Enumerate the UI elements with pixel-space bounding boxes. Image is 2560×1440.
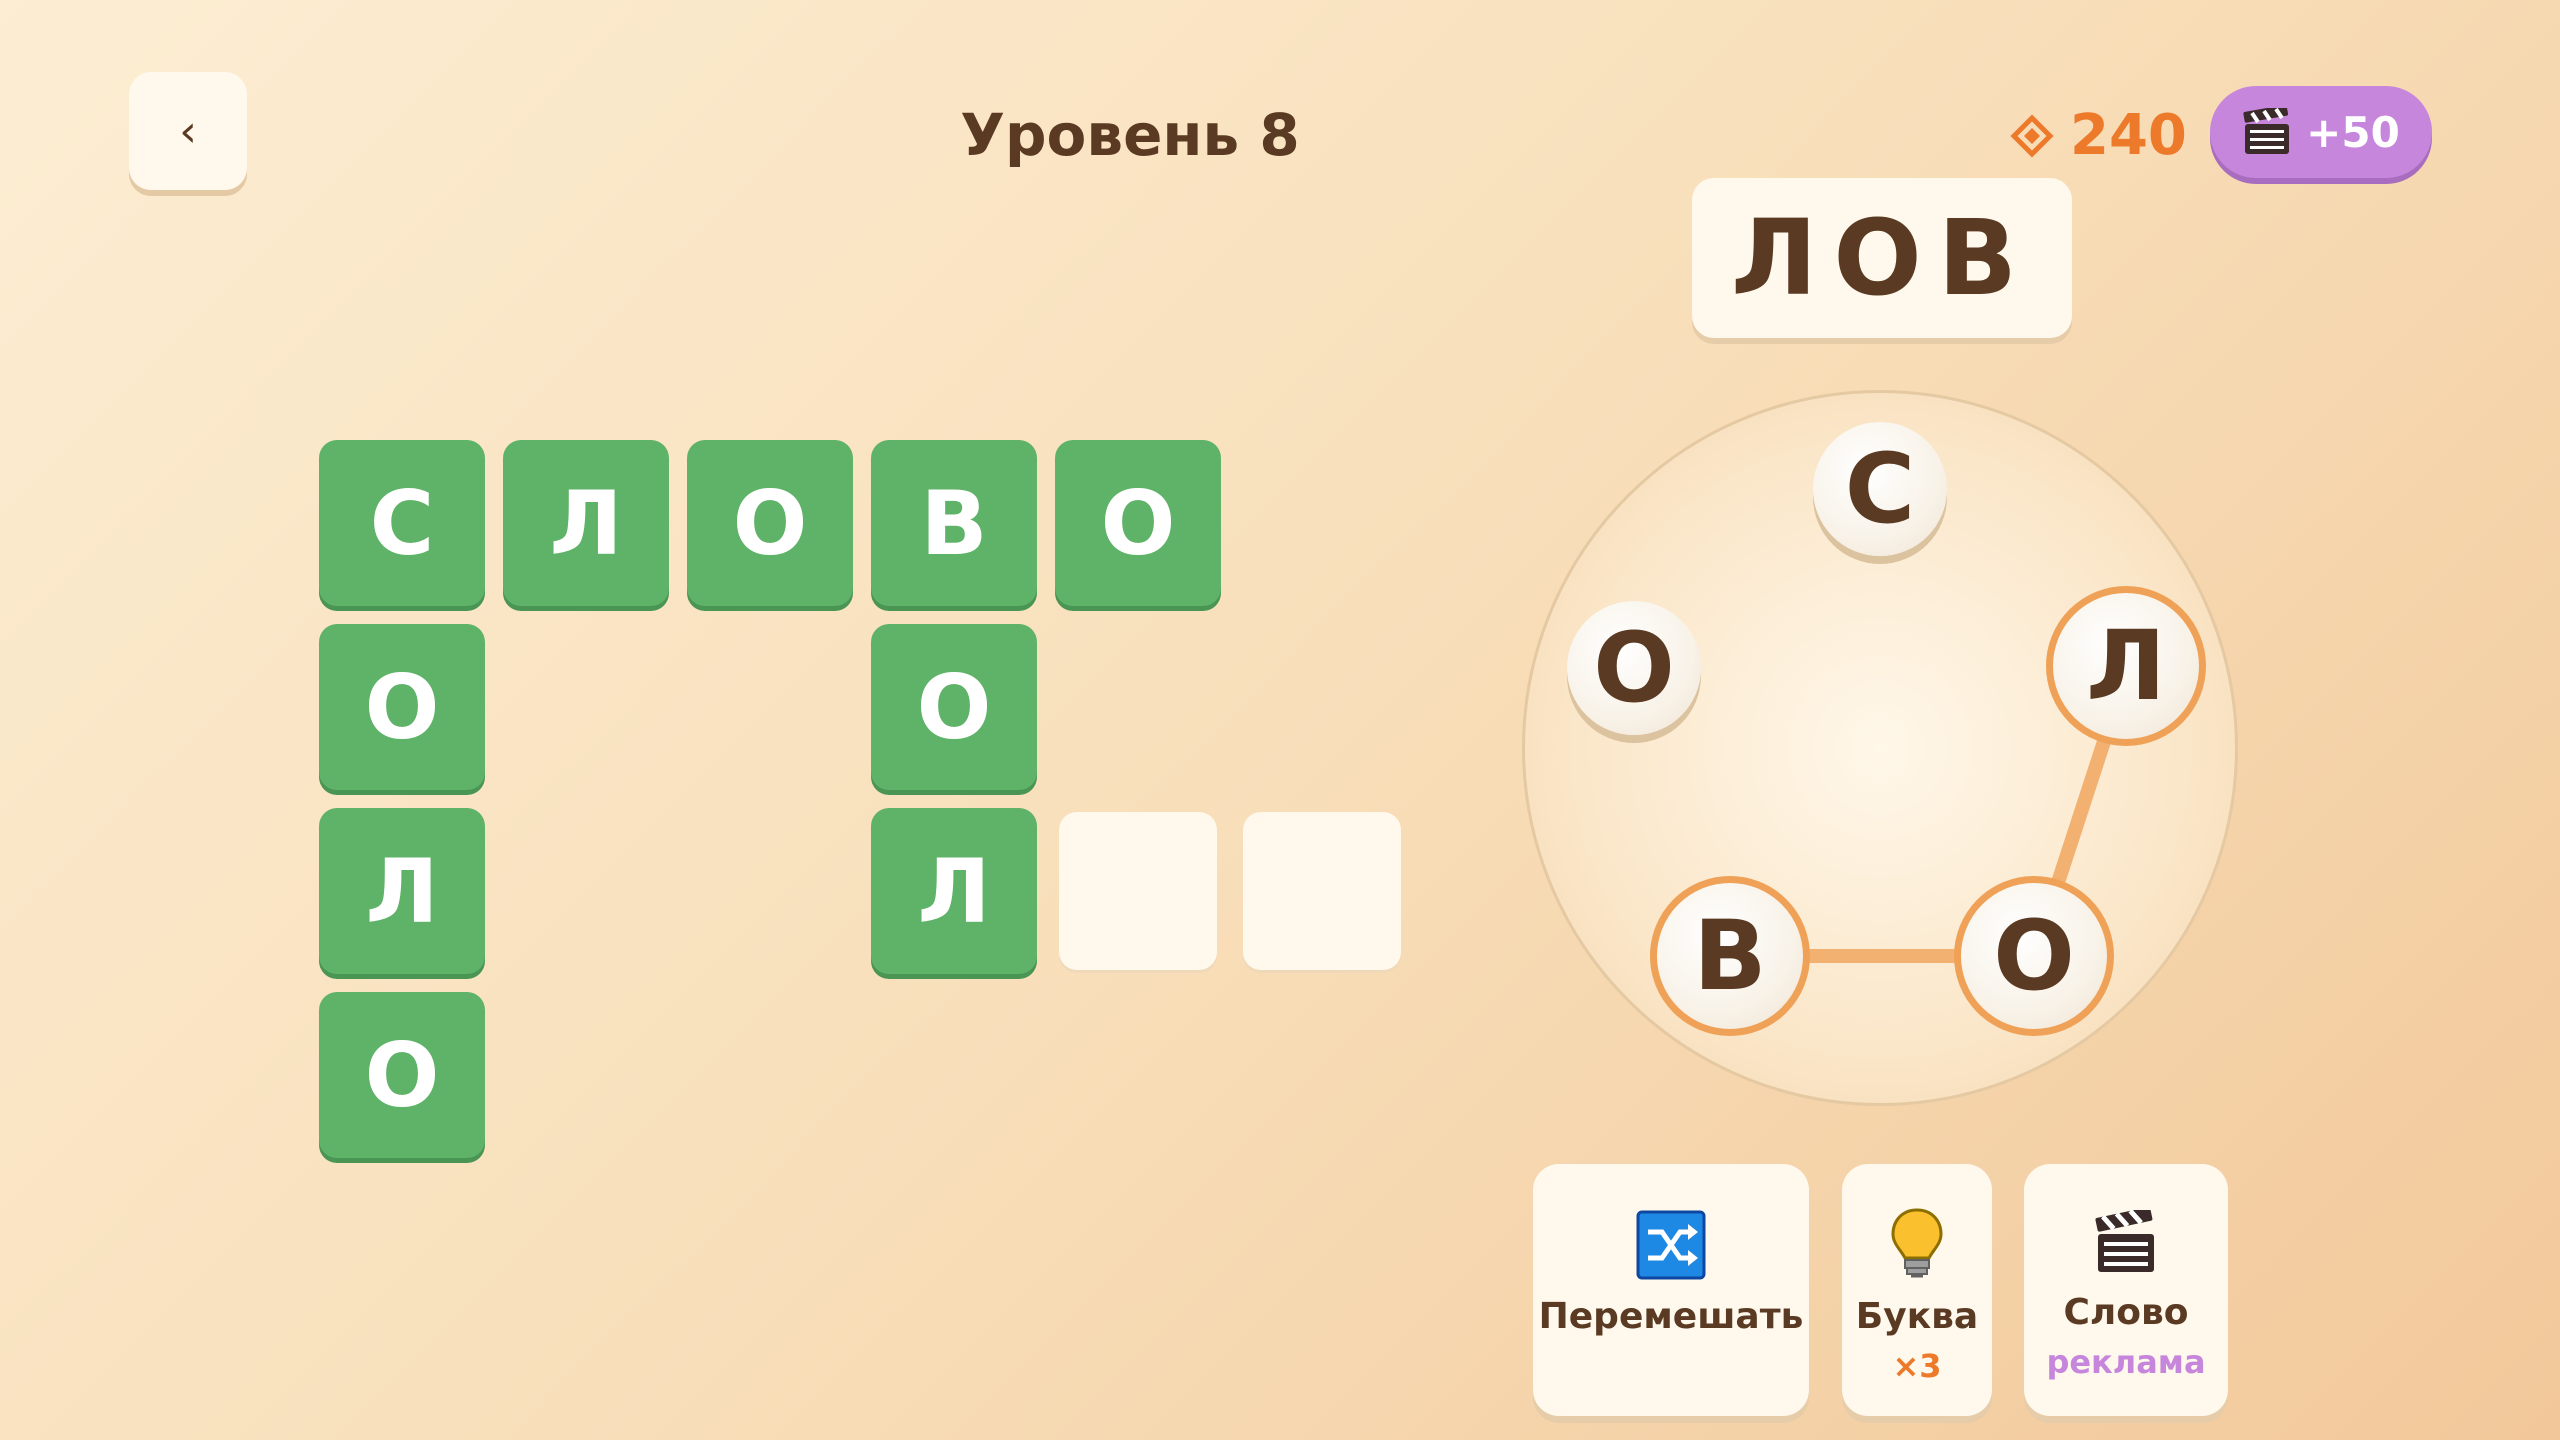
ad-reward-amount: +50 (2306, 107, 2400, 157)
wheel-letter-selected[interactable]: О (1954, 876, 2114, 1036)
grid-cell: О (687, 440, 853, 606)
grid-cell-empty (1243, 812, 1401, 970)
lightbulb-icon (1891, 1208, 1943, 1278)
clapperboard-icon (2095, 1210, 2154, 1272)
level-title: Уровень 8 (960, 101, 1300, 169)
coin-count: 240 (2070, 103, 2187, 168)
grid-cell: Л (871, 808, 1037, 974)
wheel-letter[interactable]: С (1813, 422, 1947, 556)
back-button[interactable]: ‹ (129, 72, 247, 190)
back-chevron-icon: ‹ (179, 105, 197, 157)
shuffle-label: Перемешать (1538, 1296, 1804, 1337)
grid-cell: О (1055, 440, 1221, 606)
grid-cell: Л (503, 440, 669, 606)
wheel-letter-selected[interactable]: В (1650, 876, 1810, 1036)
grid-cell-empty (1059, 812, 1217, 970)
grid-cell: С (319, 440, 485, 606)
grid-cell: Л (319, 808, 485, 974)
clapperboard-icon (2243, 108, 2290, 154)
grid-cell: О (319, 624, 485, 790)
hint-word-ad-label: реклама (2046, 1343, 2206, 1381)
hint-letter-count: ×3 (1892, 1347, 1942, 1385)
grid-cell: О (319, 992, 485, 1158)
watch-ad-reward-button[interactable]: +50 (2210, 86, 2432, 178)
hint-word-button[interactable]: Слово реклама (2024, 1164, 2228, 1416)
shuffle-button[interactable]: Перемешать (1533, 1164, 1809, 1416)
hint-word-label: Слово (2063, 1292, 2189, 1333)
wheel-letter-selected[interactable]: Л (2046, 586, 2206, 746)
grid-cell: В (871, 440, 1037, 606)
coin-balance: 240 (2010, 98, 2187, 174)
grid-cell: О (871, 624, 1037, 790)
diamond-icon (2010, 114, 2054, 158)
current-word-display: ЛОВ (1692, 178, 2072, 338)
wheel-letter[interactable]: О (1567, 601, 1701, 735)
hint-letter-button[interactable]: Буква ×3 (1842, 1164, 1992, 1416)
shuffle-icon (1636, 1210, 1706, 1280)
hint-letter-label: Буква (1855, 1296, 1979, 1337)
